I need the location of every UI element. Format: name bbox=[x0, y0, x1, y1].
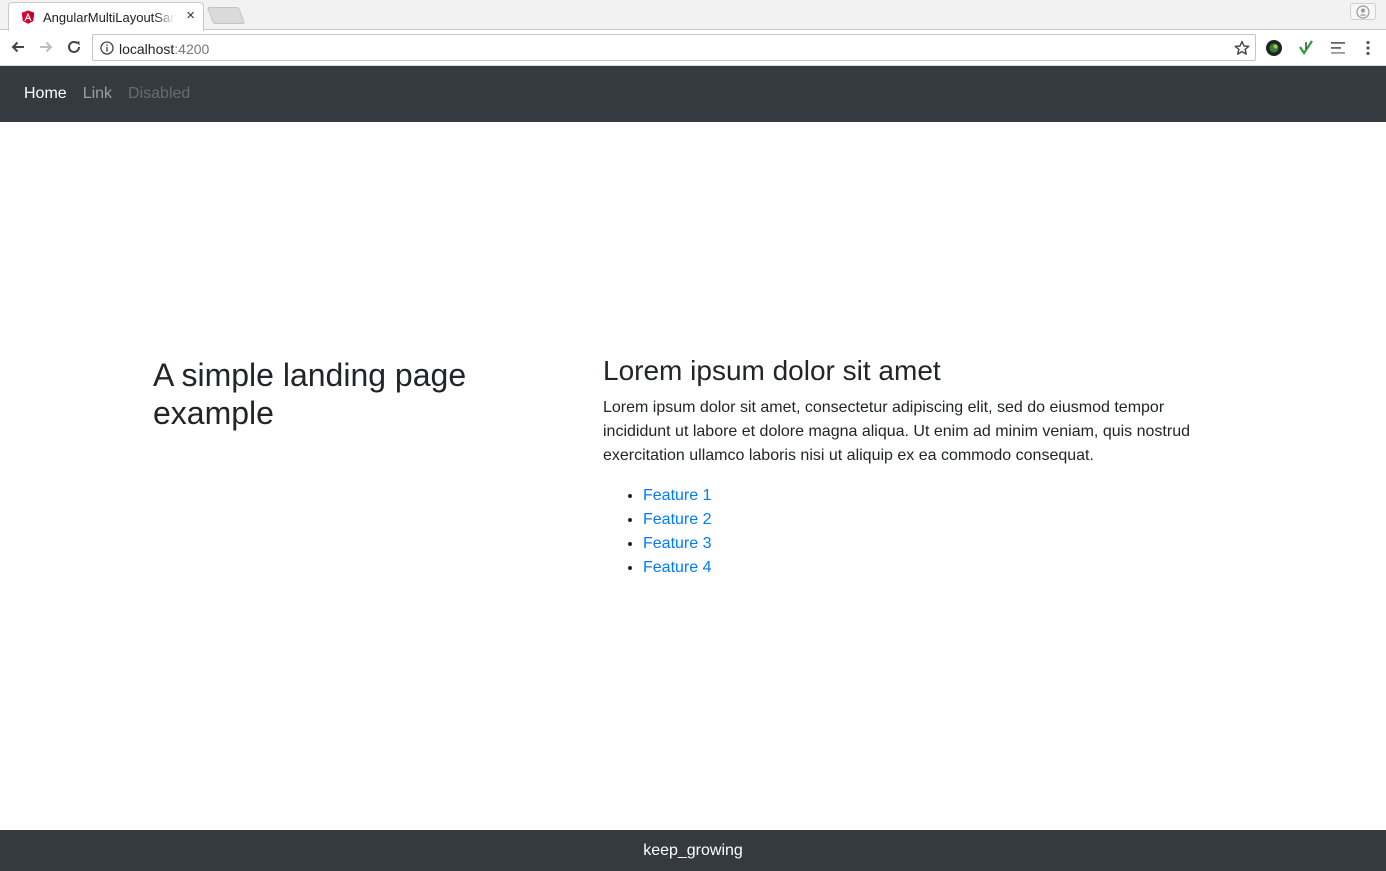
feature-link-1[interactable]: Feature 1 bbox=[643, 487, 711, 504]
feature-link-2[interactable]: Feature 2 bbox=[643, 511, 711, 528]
feature-link-4[interactable]: Feature 4 bbox=[643, 559, 711, 576]
feature-link-3[interactable]: Feature 3 bbox=[643, 535, 711, 552]
url-port: :4200 bbox=[174, 41, 210, 57]
nav-link-link[interactable]: Link bbox=[75, 77, 120, 111]
info-icon[interactable] bbox=[99, 40, 115, 56]
forward-arrow-icon[interactable] bbox=[36, 37, 56, 57]
extension-circle-icon[interactable] bbox=[1264, 38, 1284, 58]
content-paragraph: Lorem ipsum dolor sit amet, consectetur … bbox=[603, 399, 1190, 464]
angular-icon bbox=[21, 10, 35, 24]
url-host: localhost bbox=[119, 41, 175, 57]
back-arrow-icon[interactable] bbox=[8, 37, 28, 57]
list-item: Feature 1 bbox=[643, 484, 1223, 508]
content-column: Lorem ipsum dolor sit amet Lorem ipsum d… bbox=[603, 354, 1223, 580]
user-icon bbox=[1356, 4, 1370, 19]
list-item: Feature 3 bbox=[643, 532, 1223, 556]
browser-tab-strip: AngularMultiLayoutSample × bbox=[0, 0, 1386, 31]
bookmark-star-icon[interactable] bbox=[1233, 39, 1251, 57]
address-bar[interactable]: localhost:4200 bbox=[92, 34, 1256, 61]
feature-list: Feature 1 Feature 2 Feature 3 Feature 4 bbox=[603, 484, 1223, 580]
new-tab-button[interactable] bbox=[206, 7, 246, 24]
list-item: Feature 4 bbox=[643, 556, 1223, 580]
tab-title: AngularMultiLayoutSample bbox=[43, 9, 175, 25]
main-content: A simple landing page example Lorem ipsu… bbox=[0, 122, 1386, 830]
nav-link-home[interactable]: Home bbox=[16, 77, 75, 111]
nav-link-disabled: Disabled bbox=[128, 85, 191, 102]
url-text: localhost:4200 bbox=[119, 41, 209, 57]
site-footer: keep_growing bbox=[0, 830, 1386, 871]
extension-menu-icon[interactable] bbox=[1328, 38, 1348, 58]
hero-title: A simple landing page example bbox=[153, 357, 467, 431]
list-item: Feature 2 bbox=[643, 508, 1223, 532]
browser-tab[interactable]: AngularMultiLayoutSample × bbox=[8, 2, 204, 31]
footer-text: keep_growing bbox=[643, 841, 743, 859]
close-icon[interactable]: × bbox=[186, 8, 195, 24]
site-navbar: Home Link Disabled bbox=[0, 66, 1386, 122]
browser-toolbar: localhost:4200 bbox=[0, 31, 1386, 66]
reload-icon[interactable] bbox=[64, 37, 84, 57]
content-heading: Lorem ipsum dolor sit amet bbox=[603, 355, 941, 386]
profile-button[interactable] bbox=[1350, 3, 1376, 20]
extension-check-icon[interactable] bbox=[1296, 38, 1316, 58]
kebab-menu-icon[interactable] bbox=[1358, 38, 1378, 58]
